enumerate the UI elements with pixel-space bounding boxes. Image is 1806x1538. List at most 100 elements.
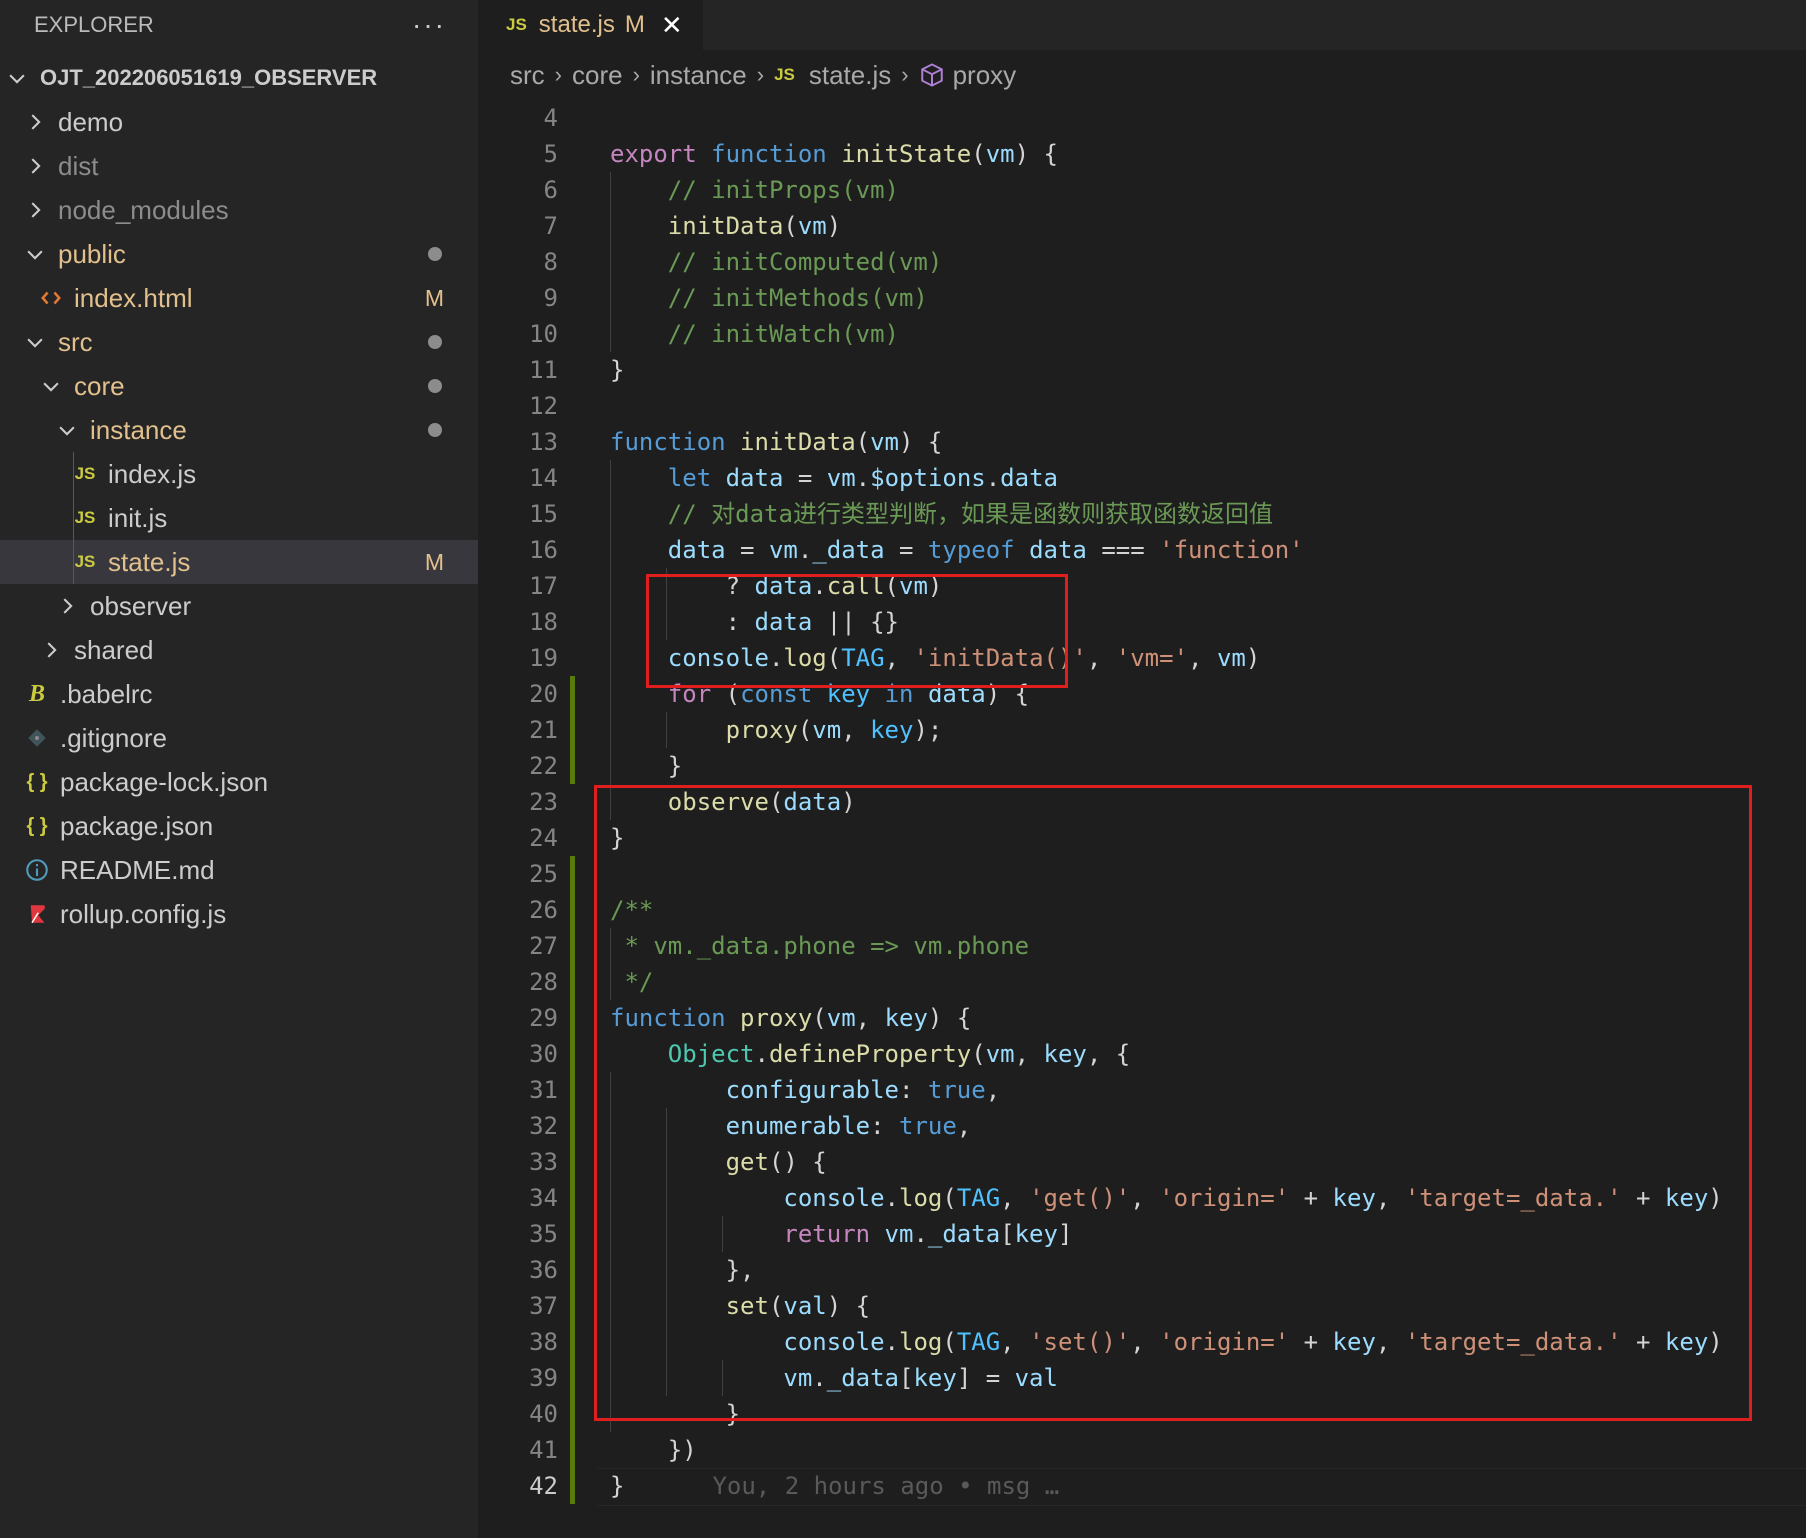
code-token: export xyxy=(610,140,697,168)
tree-item-label: README.md xyxy=(60,854,215,885)
tree-item-instance[interactable]: instance xyxy=(0,408,478,452)
line-number: 27 xyxy=(529,932,558,960)
red-highlight-box xyxy=(646,574,1068,688)
line-text: // initMethods(vm) xyxy=(610,280,928,316)
line-number: 41 xyxy=(529,1436,558,1464)
editor-area: JS state.js M ✕ src › core › instance › … xyxy=(478,0,1806,1538)
tree-item-public[interactable]: public xyxy=(0,232,478,276)
code-token: initData xyxy=(667,212,784,240)
line-number: 5 xyxy=(543,140,558,168)
line-number: 42 xyxy=(529,1472,558,1500)
js-file-icon: JS xyxy=(74,508,96,527)
breadcrumb-core[interactable]: core xyxy=(572,60,623,91)
code-token: 'function' xyxy=(1159,536,1304,564)
chevron-right-icon xyxy=(63,598,73,614)
line-text: // initComputed(vm) xyxy=(610,244,943,280)
tree-item-readme-md[interactable]: README.md xyxy=(0,848,478,892)
code-token: vm xyxy=(768,536,798,564)
line-number: 14 xyxy=(529,464,558,492)
red-highlight-box xyxy=(594,785,1752,1421)
tree-item-index-html[interactable]: index.html M xyxy=(0,276,478,320)
breadcrumb: src › core › instance › JS state.js › pr… xyxy=(478,50,1806,100)
line-number: 21 xyxy=(529,716,558,744)
tree-item-rollup-config-js[interactable]: rollup.config.js xyxy=(0,892,478,936)
close-icon[interactable]: ✕ xyxy=(661,10,683,41)
tree-item-gitignore[interactable]: .gitignore xyxy=(0,716,478,760)
tree-item-node-modules[interactable]: node_modules xyxy=(0,188,478,232)
tree-item-observer[interactable]: observer xyxy=(0,584,478,628)
file-tree: demo dist node_modulespublic index.html M src… xyxy=(0,100,478,936)
chevron-right-icon: › xyxy=(901,62,909,87)
tree-item-label: package-lock.json xyxy=(60,766,269,797)
breadcrumb-file[interactable]: state.js xyxy=(809,60,891,91)
code-token: = xyxy=(884,536,928,564)
breadcrumb-instance[interactable]: instance xyxy=(650,60,747,91)
tree-item-label: shared xyxy=(74,634,154,665)
workspace-name: OJT_202206051619_OBSERVER xyxy=(40,65,378,90)
workspace-root[interactable]: OJT_202206051619_OBSERVER xyxy=(0,56,478,100)
tab-bar: JS state.js M ✕ xyxy=(478,0,1806,50)
tree-item-src[interactable]: src xyxy=(0,320,478,364)
code-editor[interactable]: 4 5 export function initState(vm) {6 // in… xyxy=(478,100,1806,1538)
tree-item-core[interactable]: core xyxy=(0,364,478,408)
code-token: } xyxy=(610,752,683,780)
tree-item-label: instance xyxy=(90,414,187,445)
breadcrumb-src[interactable]: src xyxy=(510,60,545,91)
tree-item-label: state.js xyxy=(108,546,191,577)
code-token: // 对data进行类型判断，如果是函数则获取函数返回值 xyxy=(667,500,1273,528)
code-token: ( xyxy=(797,716,813,744)
code-token: function xyxy=(610,428,726,456)
code-token: , xyxy=(1086,644,1116,672)
line-text: proxy(vm, key); xyxy=(610,712,943,748)
tree-item-state-js[interactable]: JS state.js M xyxy=(0,540,478,584)
line-number: 26 xyxy=(529,896,558,924)
line-text: }) xyxy=(610,1432,697,1468)
tree-item-shared[interactable]: shared xyxy=(0,628,478,672)
code-token: typeof xyxy=(927,536,1015,564)
tree-item-demo[interactable]: demo xyxy=(0,100,478,144)
code-token: data xyxy=(1000,464,1058,492)
code-line: 13 function initData(vm) { xyxy=(478,424,1806,460)
tree-item-index-js[interactable]: JS index.js xyxy=(0,452,478,496)
code-line: 42 } You, 2 hours ago • msg … xyxy=(478,1468,1806,1504)
code-line: 11} xyxy=(478,352,1806,388)
line-number: 10 xyxy=(529,320,558,348)
code-line: 15 // 对data进行类型判断，如果是函数则获取函数返回值 xyxy=(478,496,1806,532)
tree-item-package-json[interactable]: { } package.json xyxy=(0,804,478,848)
breadcrumb-symbol[interactable]: proxy xyxy=(953,60,1017,91)
more-actions-icon[interactable]: ··· xyxy=(412,9,446,41)
line-number: 7 xyxy=(543,212,558,240)
tree-item-label: src xyxy=(58,326,93,357)
json-file-icon: { } xyxy=(26,814,48,837)
chevron-right-icon: › xyxy=(554,62,562,87)
tab-state-js[interactable]: JS state.js M ✕ xyxy=(478,0,703,50)
git-added-gutter-mark xyxy=(570,856,575,1504)
code-token: ( xyxy=(783,212,798,240)
code-token: vm xyxy=(797,212,827,240)
tree-item-dist[interactable]: dist xyxy=(0,144,478,188)
line-number: 12 xyxy=(529,392,558,420)
chevron-right-icon: › xyxy=(756,62,765,87)
tree-item-init-js[interactable]: JS init.js xyxy=(0,496,478,540)
line-number: 33 xyxy=(529,1148,558,1176)
code-line: 10 // initWatch(vm) xyxy=(478,316,1806,352)
line-text: } You, 2 hours ago • msg … xyxy=(610,1468,1059,1504)
line-text: export function initState(vm) { xyxy=(610,136,1058,172)
tree-item-babelrc[interactable]: B .babelrc xyxy=(0,672,478,716)
line-text: } xyxy=(610,352,624,388)
line-number: 19 xyxy=(529,644,558,672)
tree-item-label: core xyxy=(74,370,125,401)
code-token: . xyxy=(855,464,871,492)
tree-item-label: public xyxy=(58,238,126,269)
indent-guide xyxy=(610,460,611,820)
tree-item-package-lock-json[interactable]: { } package-lock.json xyxy=(0,760,478,804)
git-blame-annotation: You, 2 hours ago • msg … xyxy=(712,1472,1060,1500)
line-number: 15 xyxy=(529,500,558,528)
line-number: 24 xyxy=(529,824,558,852)
chevron-right-icon xyxy=(31,158,41,174)
code-token: // initMethods(vm) xyxy=(667,284,928,312)
